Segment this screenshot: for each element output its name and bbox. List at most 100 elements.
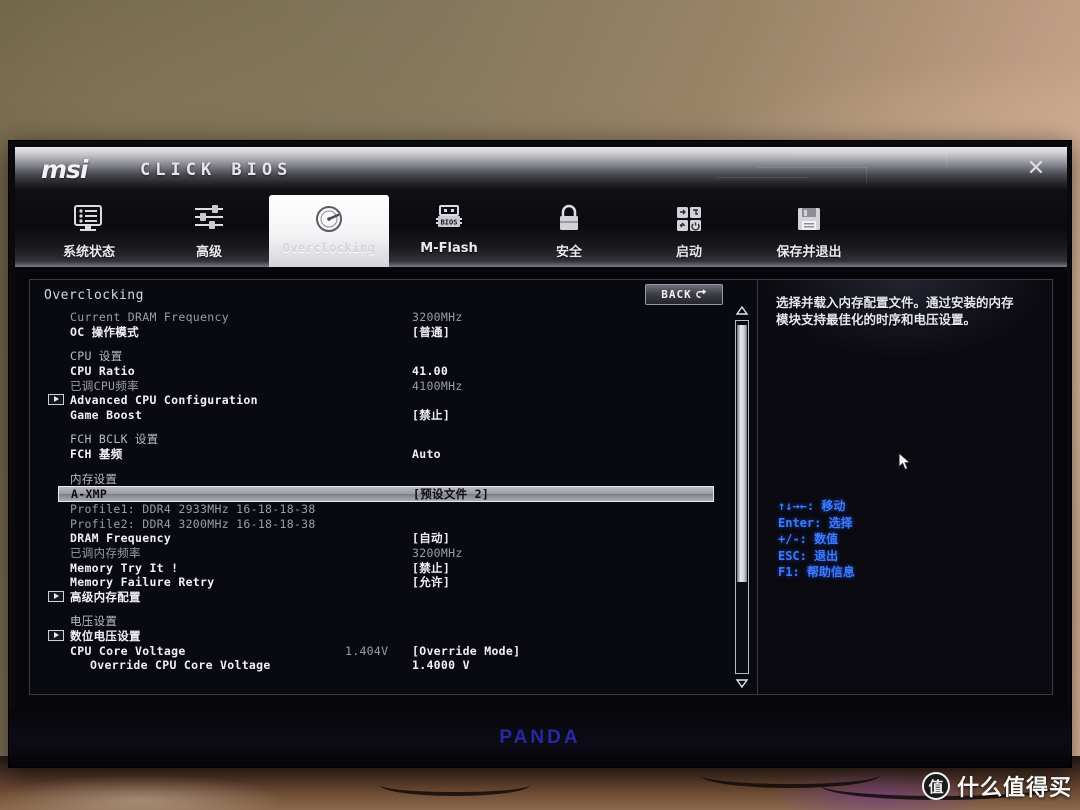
settings-row[interactable]: FCH 基频 Auto: [30, 447, 726, 462]
circuit-trace: [866, 167, 867, 183]
row-value: [禁止]: [412, 407, 451, 422]
bios-header: msi CLICK BIOS ✕: [15, 147, 1067, 191]
row-label: 已调内存频率: [70, 546, 141, 561]
row-value: [禁止]: [412, 560, 451, 575]
row-label: 数位电压设置: [70, 628, 141, 643]
msi-logo: msi: [41, 155, 88, 184]
settings-group-header[interactable]: 电压设置: [30, 614, 726, 629]
settings-row[interactable]: Memory Try It ! [禁止]: [30, 560, 726, 575]
monitor: msi CLICK BIOS ✕ 系统状态 高级 Overclocking BI…: [8, 140, 1072, 768]
watermark-text: 什么值得买: [956, 776, 1072, 801]
tab-label: Overclocking: [282, 241, 376, 255]
svg-text:BIOS: BIOS: [441, 219, 458, 227]
scroll-up-icon[interactable]: [735, 306, 749, 315]
back-button[interactable]: BACK: [645, 284, 723, 305]
settings-row[interactable]: Override CPU Core Voltage 1.4000 V: [30, 658, 726, 673]
circuit-trace: [787, 153, 947, 154]
row-label: A-XMP: [71, 486, 108, 501]
tab-label: 系统状态: [62, 245, 115, 260]
settings-group-header[interactable]: 内存设置: [30, 471, 726, 486]
bios-body: Overclocking BACK Current DRAM Frequency…: [15, 267, 1067, 709]
legend-item: ESC: 退出: [778, 548, 839, 563]
settings-row[interactable]: OC 操作模式 [普通]: [30, 325, 726, 340]
settings-row[interactable]: Memory Failure Retry [允许]: [30, 575, 726, 590]
legend-item: +/-: 数值: [778, 532, 839, 546]
scrollbar-thumb[interactable]: [737, 325, 747, 582]
tab-label: M-Flash: [420, 241, 478, 256]
main-nav: 系统状态 高级 Overclocking BIOS M-Flash 安全 启动 …: [15, 191, 1067, 267]
settings-row[interactable]: Game Boost [禁止]: [30, 408, 726, 423]
row-value: 3200MHz: [412, 546, 463, 561]
tab-overclocking[interactable]: Overclocking: [269, 195, 389, 267]
row-value: 41.00: [412, 364, 449, 379]
settings-submenu-row[interactable]: 数位电压设置: [30, 629, 726, 644]
watermark-badge: 值: [921, 772, 950, 800]
row-secondary-value: 1.404V: [345, 643, 389, 658]
row-value: [允许]: [412, 575, 451, 590]
row-spacer: [30, 461, 726, 471]
row-value: 3200MHz: [412, 310, 463, 325]
row-value: [普通]: [412, 324, 451, 339]
scroll-down-icon[interactable]: [735, 679, 749, 688]
gauge-icon: [309, 201, 349, 237]
tab-boot[interactable]: 启动: [629, 195, 749, 267]
row-label: CPU Ratio: [70, 364, 136, 379]
row-label: 内存设置: [70, 471, 118, 486]
tab-label: 保存并退出: [776, 245, 842, 260]
usb-bios-icon: BIOS: [429, 201, 469, 237]
settings-row[interactable]: Profile1: DDR4 2933MHz 16-18-18-38: [30, 502, 726, 517]
row-spacer: [30, 604, 726, 614]
keyboard-legend: ↑↓→←: 移动 Enter: 选择 +/-: 数值 ESC: 退出 F1: 帮…: [778, 498, 855, 581]
settings-row[interactable]: CPU Core Voltage 1.404V [Override Mode]: [30, 643, 726, 658]
row-label: Game Boost: [70, 407, 143, 422]
row-value: Auto: [412, 447, 441, 462]
monitor-icon: [69, 201, 109, 237]
tab-system-status[interactable]: 系统状态: [29, 195, 149, 267]
watermark: 值 什么值得买: [921, 770, 1072, 802]
legend-item: F1: 帮助信息: [778, 565, 855, 579]
tab-save-and-exit[interactable]: 保存并退出: [749, 195, 869, 267]
close-icon[interactable]: ✕: [1023, 155, 1049, 181]
monitor-brand-logo: PANDA: [499, 727, 581, 748]
row-label: CPU Core Voltage: [70, 643, 186, 658]
tab-label: 启动: [675, 245, 702, 260]
settings-row[interactable]: Profile2: DDR4 3200MHz 16-18-18-38: [30, 517, 726, 532]
tab-security[interactable]: 安全: [509, 195, 629, 267]
mouse-pointer-icon: [898, 451, 912, 472]
settings-row-selected[interactable]: A-XMP [预设文件 2]: [58, 485, 714, 502]
row-label: OC 操作模式: [70, 324, 139, 339]
tab-m-flash[interactable]: BIOS M-Flash: [389, 195, 509, 267]
row-value: [自动]: [412, 531, 451, 546]
settings-row[interactable]: CPU Ratio 41.00: [30, 364, 726, 379]
scrollbar[interactable]: [731, 306, 753, 688]
settings-list-pane: Overclocking BACK Current DRAM Frequency…: [29, 279, 757, 695]
settings-submenu-row[interactable]: Advanced CPU Configuration: [30, 393, 726, 408]
settings-group-header[interactable]: CPU 设置: [30, 349, 726, 364]
tab-label: 高级: [195, 245, 222, 260]
back-label: BACK: [661, 288, 692, 301]
sliders-icon: [189, 201, 229, 237]
cable: [380, 774, 530, 796]
row-value: [预设文件 2]: [413, 486, 490, 501]
settings-row[interactable]: 已调CPU频率 4100MHz: [30, 378, 726, 393]
settings-row[interactable]: DRAM Frequency [自动]: [30, 531, 726, 546]
boot-grid-icon: [669, 201, 709, 237]
settings-group-header[interactable]: FCH BCLK 设置: [30, 432, 726, 447]
row-value: 4100MHz: [412, 378, 463, 393]
row-label: Advanced CPU Configuration: [70, 393, 258, 408]
tab-label: 安全: [555, 245, 582, 260]
floppy-save-icon: [789, 201, 829, 237]
back-arrow-icon: [696, 289, 707, 298]
legend-item: Enter: 选择: [778, 515, 853, 530]
row-spacer: [30, 339, 726, 349]
settings-row[interactable]: Current DRAM Frequency 3200MHz: [30, 310, 726, 325]
tab-advanced[interactable]: 高级: [149, 195, 269, 267]
row-label: Profile2: DDR4 3200MHz 16-18-18-38: [70, 516, 316, 531]
row-label: Override CPU Core Voltage: [90, 658, 271, 673]
settings-row[interactable]: 已调内存频率 3200MHz: [30, 546, 726, 561]
row-label: CPU 设置: [70, 349, 123, 364]
settings-rows: Current DRAM Frequency 3200MHz OC 操作模式 [普通]…: [30, 310, 726, 694]
scrollbar-track[interactable]: [735, 320, 749, 674]
row-label: FCH 基频: [70, 447, 123, 462]
settings-submenu-row[interactable]: 高级内存配置: [30, 590, 726, 605]
